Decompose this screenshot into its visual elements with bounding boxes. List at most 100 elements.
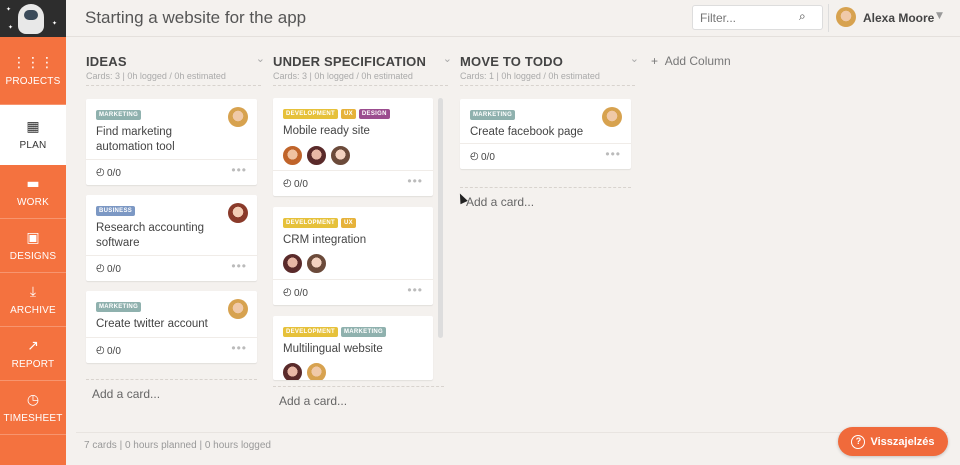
card[interactable]: MARKETING Find marketing automation tool… bbox=[86, 99, 257, 185]
avatar bbox=[282, 253, 303, 274]
board-summary: 7 cards | 0 hours planned | 0 hours logg… bbox=[84, 440, 271, 451]
more-icon[interactable]: ••• bbox=[231, 341, 247, 355]
tag-label: BUSINESS bbox=[96, 206, 136, 216]
column-stats: Cards: 1 | 0h logged / 0h estimated bbox=[460, 71, 600, 81]
divider bbox=[460, 187, 631, 188]
card[interactable]: MARKETING Create twitter account ◴ 0/0 •… bbox=[86, 291, 257, 363]
card[interactable]: DEVELOPMENT UX CRM integration ◴ 0/0 ••• bbox=[273, 207, 433, 305]
column-move-to-todo: MOVE TO TODO Cards: 1 | 0h logged / 0h e… bbox=[460, 48, 639, 209]
card-title: Mobile ready site bbox=[283, 125, 370, 137]
tag-label: DEVELOPMENT bbox=[283, 327, 338, 337]
stopwatch-icon: ◴ bbox=[470, 151, 479, 162]
column-ideas: IDEAS Cards: 3 | 0h logged / 0h estimate… bbox=[86, 48, 265, 401]
column-title: UNDER SPECIFICATION bbox=[273, 54, 427, 69]
card-time: 0/0 bbox=[107, 168, 121, 179]
sidebar: ✦ ✦ ✦ ⋮⋮⋮ PROJECTS ▦ PLAN ▬ WORK ▣ DESIG… bbox=[0, 0, 66, 465]
column-stats: Cards: 3 | 0h logged / 0h estimated bbox=[273, 71, 413, 81]
more-icon[interactable]: ••• bbox=[231, 163, 247, 177]
tag-label: UX bbox=[340, 218, 356, 228]
sidebar-item-work[interactable]: ▬ WORK bbox=[0, 165, 66, 219]
divider bbox=[76, 432, 948, 433]
card-title: Multilingual website bbox=[283, 343, 383, 355]
avatar bbox=[602, 107, 622, 127]
member-avatars bbox=[282, 145, 351, 166]
header-divider bbox=[828, 4, 829, 32]
card-title: Find marketing automation tool bbox=[96, 126, 175, 153]
card-time: 0/0 bbox=[294, 179, 308, 190]
column-scrollbar[interactable] bbox=[438, 98, 443, 338]
more-icon[interactable]: ••• bbox=[407, 174, 423, 188]
card[interactable]: DEVELOPMENT UX DESIGN Mobile ready site … bbox=[273, 98, 433, 196]
column-header: UNDER SPECIFICATION Cards: 3 | 0h logged… bbox=[273, 48, 452, 86]
chevron-down-icon[interactable]: ⌄ bbox=[630, 52, 639, 65]
avatar bbox=[330, 145, 351, 166]
chevron-down-icon[interactable]: ⌄ bbox=[256, 52, 265, 65]
sidebar-item-plan[interactable]: ▦ PLAN bbox=[0, 105, 66, 165]
column-header: MOVE TO TODO Cards: 1 | 0h logged / 0h e… bbox=[460, 48, 639, 86]
avatar bbox=[228, 203, 248, 223]
question-icon: ? bbox=[851, 434, 866, 449]
more-icon[interactable]: ••• bbox=[231, 259, 247, 273]
calendar-icon: ▦ bbox=[26, 119, 40, 135]
more-icon[interactable]: ••• bbox=[407, 283, 423, 297]
avatar bbox=[306, 145, 327, 166]
column-under-specification: UNDER SPECIFICATION Cards: 3 | 0h logged… bbox=[273, 48, 452, 408]
card-time: 0/0 bbox=[107, 264, 121, 275]
tag-label: MARKETING bbox=[470, 110, 516, 120]
member-avatars bbox=[282, 253, 327, 274]
sidebar-item-report[interactable]: ↗ REPORT bbox=[0, 327, 66, 381]
stopwatch-icon: ◴ bbox=[96, 345, 105, 356]
card[interactable]: BUSINESS Research accounting software ◴ … bbox=[86, 195, 257, 281]
add-card-link[interactable]: Add a card... bbox=[466, 195, 534, 209]
astronaut-icon bbox=[18, 4, 44, 34]
avatar bbox=[282, 145, 303, 166]
chevron-down-icon[interactable]: ▼ bbox=[936, 11, 943, 21]
divider bbox=[273, 386, 444, 387]
top-header: Starting a website for the app ⌕ Alexa M… bbox=[66, 0, 960, 37]
add-column-button[interactable]: + Add Column bbox=[651, 54, 731, 68]
column-title: MOVE TO TODO bbox=[460, 54, 564, 69]
avatar bbox=[306, 362, 327, 380]
tag-label: DEVELOPMENT bbox=[283, 109, 338, 119]
sidebar-item-archive[interactable]: ⤓ ARCHIVE bbox=[0, 273, 66, 327]
more-icon[interactable]: ••• bbox=[605, 147, 621, 161]
sidebar-item-projects[interactable]: ⋮⋮⋮ PROJECTS bbox=[0, 37, 66, 105]
card-time: 0/0 bbox=[107, 346, 121, 357]
column-title: IDEAS bbox=[86, 54, 127, 69]
search-icon[interactable]: ⌕ bbox=[799, 9, 806, 24]
stopwatch-icon: ◴ bbox=[96, 167, 105, 178]
member-avatars bbox=[282, 362, 327, 380]
tag-label: MARKETING bbox=[96, 110, 142, 120]
download-icon: ⤓ bbox=[29, 284, 37, 300]
add-card-link[interactable]: Add a card... bbox=[279, 394, 347, 408]
tag-label: UX bbox=[340, 109, 356, 119]
chevron-down-icon[interactable]: ⌄ bbox=[443, 52, 452, 65]
image-icon: ▣ bbox=[26, 230, 40, 246]
column-header: IDEAS Cards: 3 | 0h logged / 0h estimate… bbox=[86, 48, 265, 86]
card-title: Create facebook page bbox=[470, 126, 584, 138]
sidebar-item-timesheet[interactable]: ◷ TIMESHEET bbox=[0, 381, 66, 435]
stopwatch-icon: ◴ bbox=[283, 287, 292, 298]
add-card-link[interactable]: Add a card... bbox=[92, 387, 160, 401]
card[interactable]: MARKETING Create facebook page ◴ 0/0 ••• bbox=[460, 99, 631, 169]
avatar bbox=[228, 299, 248, 319]
briefcase-icon: ▬ bbox=[26, 176, 40, 192]
sidebar-item-designs[interactable]: ▣ DESIGNS bbox=[0, 219, 66, 273]
feedback-button[interactable]: ? Visszajelzés bbox=[838, 427, 948, 456]
app-logo[interactable]: ✦ ✦ ✦ bbox=[0, 0, 66, 37]
clock-icon: ◷ bbox=[26, 392, 40, 408]
tag-label: MARKETING bbox=[340, 327, 387, 337]
divider bbox=[86, 379, 257, 380]
card-title: CRM integration bbox=[283, 234, 367, 246]
card-title: Research accounting software bbox=[96, 222, 205, 249]
user-avatar[interactable] bbox=[836, 7, 856, 27]
avatar bbox=[282, 362, 303, 380]
card-time: 0/0 bbox=[294, 288, 308, 299]
card[interactable]: DEVELOPMENT MARKETING Multilingual websi… bbox=[273, 316, 433, 380]
avatar bbox=[228, 107, 248, 127]
stopwatch-icon: ◴ bbox=[96, 263, 105, 274]
page-title: Starting a website for the app bbox=[85, 8, 307, 27]
card-title: Create twitter account bbox=[96, 318, 208, 330]
user-name[interactable]: Alexa Moore bbox=[863, 11, 934, 25]
card-time: 0/0 bbox=[481, 152, 495, 163]
